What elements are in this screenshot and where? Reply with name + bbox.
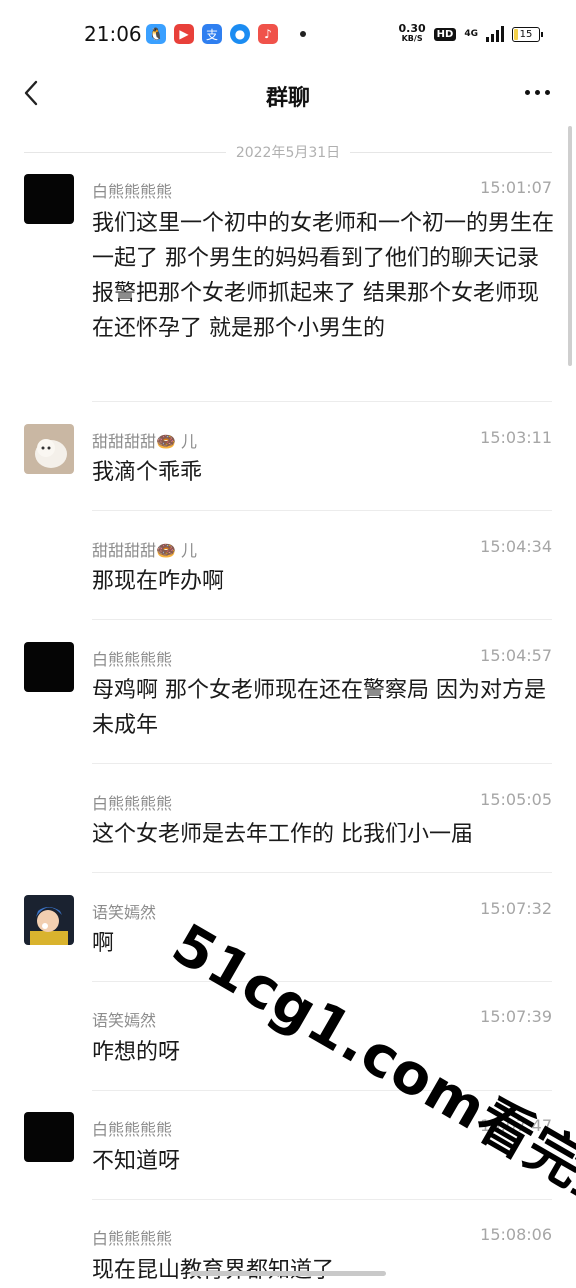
music-icon: ♪ [258,24,278,44]
scrollbar[interactable] [568,126,572,366]
message-text: 这个女老师是去年工作的 比我们小一届 [92,822,473,847]
sender-name: 白熊熊熊熊 [92,1120,173,1139]
status-bar: 21:06 🐧 ▶ 支 ● ♪ 0.30 KB/S HD 4G 15 [0,0,576,72]
message-text: 母鸡啊 那个女老师现在还在警察局 因为对方是未成年 [92,678,546,738]
avatar[interactable] [24,642,74,692]
battery-level: 15 [519,28,533,40]
more-options-icon[interactable] [525,90,550,95]
sender-name: 甜甜甜甜🍩 儿 [92,432,198,451]
message-time: 15:08:06 [480,1225,552,1244]
message-divider [92,1199,552,1200]
qq-icon: 🐧 [146,24,166,44]
battery-icon: 15 [512,26,543,42]
home-indicator[interactable] [190,1271,386,1276]
message-time: 15:07:32 [480,899,552,918]
message-divider [92,763,552,764]
network-type: 4G [464,29,478,39]
message-divider [92,510,552,511]
network-speed-unit: KB/S [401,34,423,43]
avatar[interactable] [24,1112,74,1162]
status-time: 21:06 [84,22,142,46]
notification-icons: 🐧 ▶ 支 ● ♪ [146,24,306,44]
sender-name: 白熊熊熊熊 [92,1229,173,1248]
avatar[interactable] [24,895,74,945]
message-text: 啊 [92,931,115,956]
message-text: 我滴个乖乖 [92,460,203,485]
message-text: 我们这里一个初中的女老师和一个初一的男生在一起了 那个男生的妈妈看到了他们的聊天… [92,211,555,341]
message-divider [92,872,552,873]
sender-name: 白熊熊熊熊 [92,794,173,813]
sender-name: 白熊熊熊熊 [92,182,173,201]
message-time: 15:07:39 [480,1007,552,1026]
network-speed: 0.30 KB/S [398,22,426,44]
avatar[interactable] [24,174,74,224]
alipay-icon: 支 [202,24,222,44]
sender-name: 白熊熊熊熊 [92,650,173,669]
more-notifications-dot-icon [300,31,306,37]
network-speed-value: 0.30 [398,22,426,35]
status-indicators: 0.30 KB/S HD 4G 15 [398,22,543,44]
page-title: 群聊 [265,86,310,111]
message-time: 15:03:11 [480,428,552,447]
video-app-icon: ▶ [174,24,194,44]
message-time: 15:04:34 [480,537,552,556]
sender-name: 语笑嫣然 [92,903,157,922]
message-divider [92,619,552,620]
message-time: 15:05:05 [480,790,552,809]
message-divider [92,401,552,402]
message-time: 15:04:57 [480,646,552,665]
avatar[interactable] [24,424,74,474]
hd-icon: HD [433,27,457,41]
message-text: 那现在咋办啊 [92,569,225,594]
signal-icon [486,26,504,42]
nav-bar: 群聊 [0,72,576,116]
sender-name: 语笑嫣然 [92,1011,157,1030]
sender-name: 甜甜甜甜🍩 儿 [92,541,198,560]
date-separator-text: 2022年5月31日 [235,145,341,161]
date-separator: 2022年5月31日 [24,140,553,164]
browser-icon: ● [230,24,250,44]
message-time: 15:01:07 [480,178,552,197]
